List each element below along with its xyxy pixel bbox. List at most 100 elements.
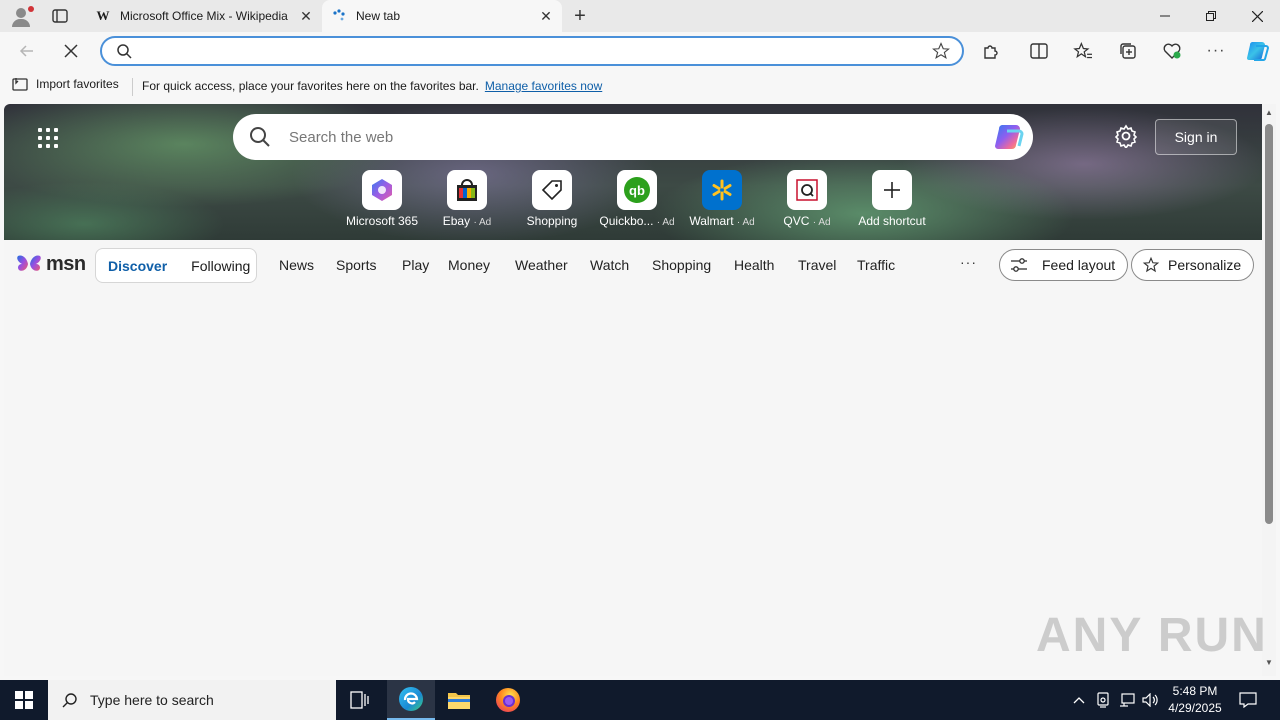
- address-bar[interactable]: [100, 36, 964, 66]
- shortcut-quickbooks[interactable]: qb Quickbo... · Ad: [595, 170, 679, 228]
- nav-play[interactable]: Play: [402, 257, 429, 273]
- restore-icon: [1206, 11, 1216, 21]
- folder-icon: [448, 693, 470, 709]
- nav-money[interactable]: Money: [448, 257, 490, 273]
- stop-x-icon: [64, 44, 78, 58]
- shortcut-add[interactable]: Add shortcut: [850, 170, 934, 228]
- nav-news[interactable]: News: [279, 257, 314, 273]
- msn-butterfly-icon: [17, 255, 41, 271]
- clock-date: 4/29/2025: [1168, 701, 1222, 715]
- shortcut-shopping[interactable]: Shopping: [510, 170, 594, 228]
- browser-essentials-button[interactable]: [1157, 36, 1187, 66]
- nav-sports[interactable]: Sports: [336, 257, 376, 273]
- import-icon: [12, 78, 28, 91]
- nav-weather[interactable]: Weather: [515, 257, 568, 273]
- address-input[interactable]: [142, 42, 902, 60]
- svg-text:qb: qb: [629, 183, 645, 198]
- qvc-icon: [796, 179, 818, 201]
- speaker-icon: [1142, 693, 1158, 707]
- split-screen-icon: [1030, 43, 1048, 59]
- network-icon: [1120, 693, 1135, 707]
- minimize-button[interactable]: [1142, 0, 1188, 32]
- msn-logo[interactable]: msn: [16, 252, 86, 276]
- page-settings-button[interactable]: [1114, 124, 1140, 150]
- profile-button[interactable]: [8, 4, 34, 28]
- browser-toolbar: ···: [0, 32, 1280, 70]
- restore-button[interactable]: [1188, 0, 1234, 32]
- tab-title: Microsoft Office Mix - Wikipedia: [120, 9, 288, 23]
- msn-feed-nav: msn Discover Following News Sports Play …: [4, 240, 1262, 292]
- tray-volume[interactable]: [1141, 690, 1161, 710]
- feed-toggle: Discover Following: [95, 248, 257, 283]
- hero-background: Sign in Microsoft 365 Ebay · Ad Shopping: [4, 104, 1262, 240]
- show-hidden-icons[interactable]: [1069, 690, 1089, 710]
- split-screen-button[interactable]: [1024, 36, 1054, 66]
- more-nav-button[interactable]: ···: [960, 254, 977, 270]
- personalize-button[interactable]: Personalize: [1131, 249, 1255, 281]
- taskbar: Type here to search 5:48 PM 4/29/2025: [0, 680, 1280, 720]
- close-window-button[interactable]: [1234, 0, 1280, 32]
- page-scrollbar[interactable]: ▲ ▼: [1262, 104, 1276, 676]
- favorites-bar-message: For quick access, place your favorites h…: [142, 79, 603, 93]
- web-search-input[interactable]: [289, 127, 969, 147]
- settings-more-button[interactable]: ···: [1201, 36, 1231, 66]
- ebay-bag-icon: [457, 179, 477, 201]
- back-button[interactable]: [12, 36, 42, 66]
- start-button[interactable]: [0, 680, 48, 720]
- close-icon: [1251, 10, 1263, 22]
- import-favorites-button[interactable]: Import favorites: [12, 77, 119, 91]
- stop-loading-button[interactable]: [56, 36, 86, 66]
- taskbar-edge[interactable]: [387, 680, 435, 720]
- firefox-icon: [496, 688, 520, 712]
- nav-health[interactable]: Health: [734, 257, 774, 273]
- taskbar-search[interactable]: Type here to search: [48, 680, 336, 720]
- taskbar-file-explorer[interactable]: [435, 680, 483, 720]
- shortcut-qvc[interactable]: QVC · Ad: [765, 170, 849, 228]
- scroll-up-icon[interactable]: ▲: [1264, 108, 1274, 118]
- favorite-star-icon[interactable]: [932, 42, 950, 60]
- notification-dot: [28, 6, 34, 12]
- nav-travel[interactable]: Travel: [798, 257, 836, 273]
- sign-in-button[interactable]: Sign in: [1155, 119, 1237, 155]
- task-view-button[interactable]: [336, 680, 384, 720]
- plus-icon: +: [574, 4, 586, 27]
- nav-shopping[interactable]: Shopping: [652, 257, 711, 273]
- tab-discover[interactable]: Discover: [96, 258, 179, 274]
- new-tab-button[interactable]: +: [568, 4, 592, 28]
- taskbar-clock[interactable]: 5:48 PM 4/29/2025: [1160, 683, 1230, 717]
- tab-actions-button[interactable]: [48, 6, 72, 26]
- manage-favorites-link[interactable]: Manage favorites now: [485, 79, 602, 93]
- collections-button[interactable]: [1113, 36, 1143, 66]
- new-tab-page: Sign in Microsoft 365 Ebay · Ad Shopping: [4, 104, 1262, 676]
- tray-meet-now[interactable]: [1093, 690, 1113, 710]
- back-arrow-icon: [19, 45, 33, 57]
- taskbar-firefox[interactable]: [484, 680, 532, 720]
- close-tab-icon[interactable]: ✕: [538, 8, 554, 24]
- collections-icon: [1120, 43, 1136, 59]
- plus-icon: [884, 182, 900, 198]
- profile-avatar-icon: [16, 8, 26, 18]
- feed-layout-button[interactable]: Feed layout: [999, 249, 1129, 281]
- scroll-thumb[interactable]: [1265, 124, 1273, 524]
- copilot-button[interactable]: [1243, 36, 1273, 66]
- price-tag-icon: [541, 180, 562, 201]
- windows-logo-icon: [15, 691, 33, 709]
- copilot-icon[interactable]: [993, 122, 1025, 152]
- tab-following[interactable]: Following: [179, 258, 262, 274]
- nav-watch[interactable]: Watch: [590, 257, 629, 273]
- favorites-button[interactable]: [1068, 36, 1098, 66]
- shortcut-walmart[interactable]: Walmart · Ad: [680, 170, 764, 228]
- close-tab-icon[interactable]: ✕: [298, 8, 314, 24]
- shortcut-ebay[interactable]: Ebay · Ad: [425, 170, 509, 228]
- web-search-box[interactable]: [233, 114, 1033, 160]
- tab-new-tab[interactable]: New tab ✕: [322, 0, 562, 32]
- puzzle-icon: [984, 45, 998, 59]
- tab-wikipedia[interactable]: W Microsoft Office Mix - Wikipedia ✕: [86, 0, 322, 32]
- search-icon: [250, 127, 270, 147]
- nav-traffic[interactable]: Traffic: [857, 257, 895, 273]
- app-launcher-icon[interactable]: [38, 128, 58, 148]
- tray-network[interactable]: [1117, 690, 1137, 710]
- shortcut-microsoft-365[interactable]: Microsoft 365: [340, 170, 424, 228]
- action-center-button[interactable]: [1236, 688, 1260, 712]
- extensions-button[interactable]: [976, 36, 1006, 66]
